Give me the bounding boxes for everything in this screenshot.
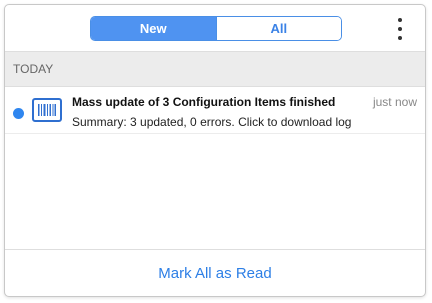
filter-segmented-control: New All	[90, 16, 342, 41]
unread-dot-icon	[13, 108, 24, 119]
tab-all[interactable]: All	[215, 17, 341, 40]
notification-summary[interactable]: Summary: 3 updated, 0 errors. Click to d…	[72, 115, 351, 129]
barcode-icon	[32, 98, 62, 122]
notification-item[interactable]: Mass update of 3 Configuration Items fin…	[5, 87, 425, 134]
mark-all-read-link[interactable]: Mark All as Read	[158, 265, 271, 282]
more-vertical-icon[interactable]	[393, 18, 407, 40]
notification-time: just now	[372, 95, 417, 109]
notifications-panel: New All TODAY Mass update of 3 Configura…	[4, 4, 426, 297]
panel-header: New All	[5, 5, 425, 51]
section-label: TODAY	[13, 62, 54, 76]
panel-footer: Mark All as Read	[5, 249, 425, 296]
tab-new[interactable]: New	[91, 17, 216, 40]
barcode-icon-glyph	[38, 104, 56, 116]
notification-title: Mass update of 3 Configuration Items fin…	[72, 95, 336, 109]
section-header-today: TODAY	[5, 51, 425, 87]
